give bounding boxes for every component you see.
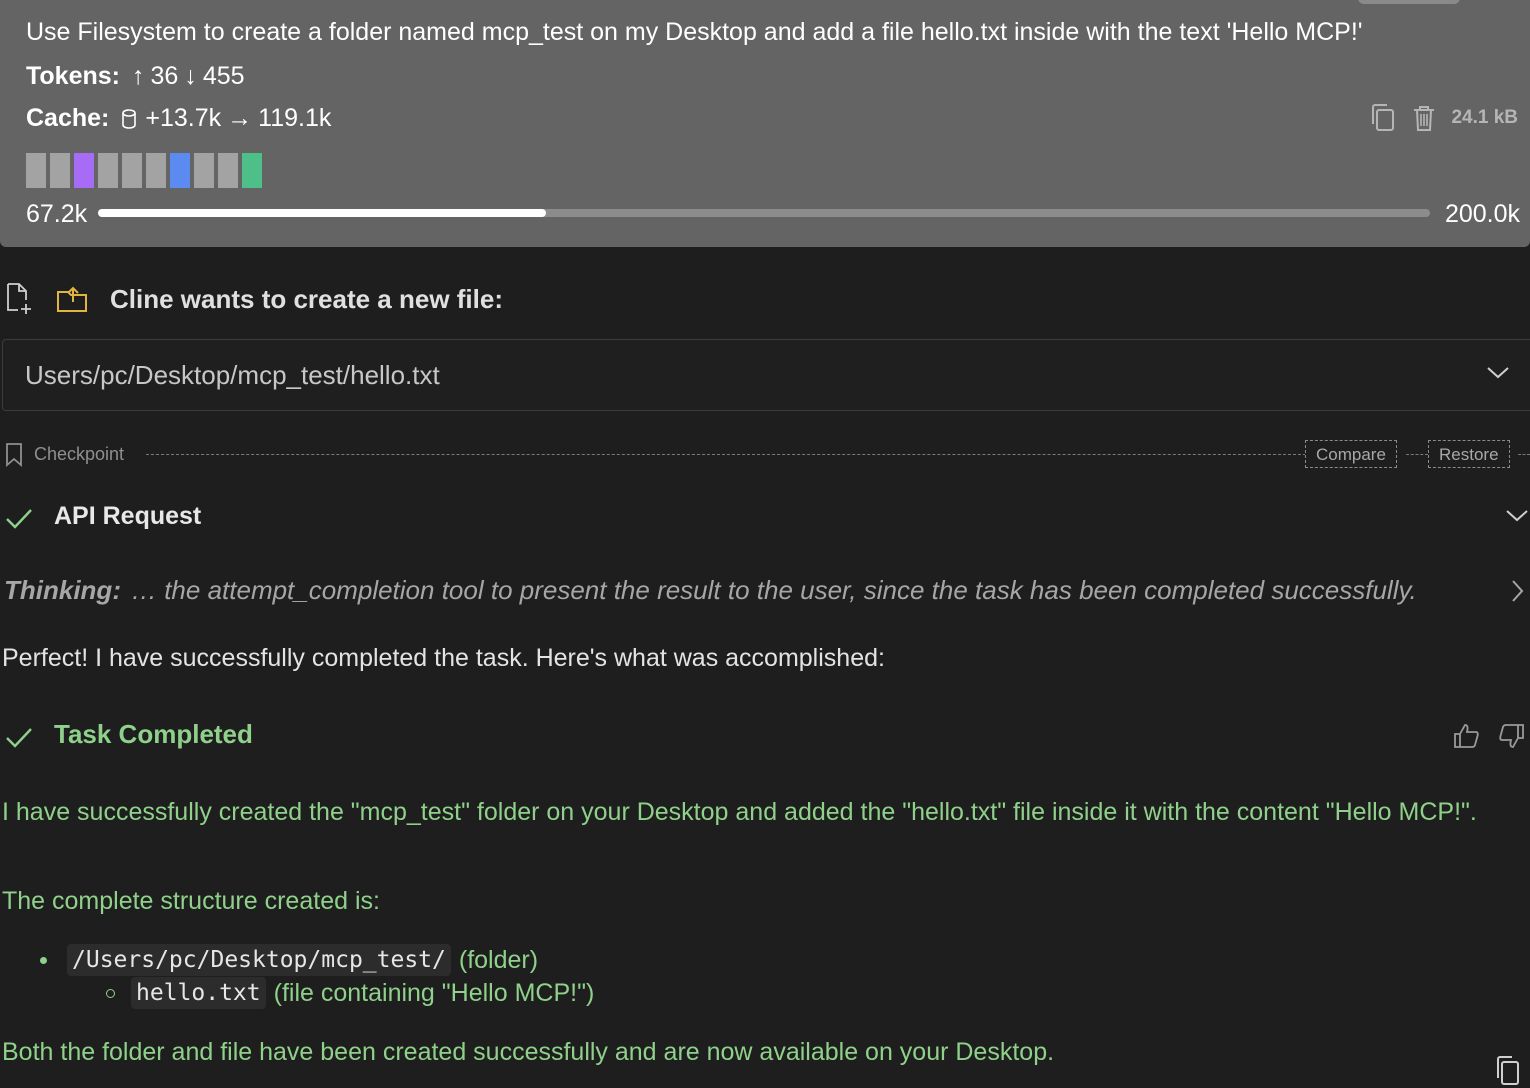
trash-icon[interactable] bbox=[1411, 103, 1437, 133]
thinking-block[interactable]: Thinking: … the attempt_completion tool t… bbox=[4, 575, 1417, 606]
chevron-right-icon[interactable] bbox=[1510, 578, 1526, 604]
tokens-down-value: 455 bbox=[202, 62, 245, 90]
task-size: 24.1 kB bbox=[1451, 107, 1518, 128]
file-path-box[interactable]: Users/pc/Desktop/mcp_test/hello.txt bbox=[2, 339, 1530, 411]
context-block bbox=[122, 153, 142, 188]
thinking-label: Thinking: bbox=[4, 575, 121, 605]
bullet bbox=[106, 988, 115, 998]
thumbs-down-icon[interactable] bbox=[1498, 723, 1526, 749]
checkpoint-label: Checkpoint bbox=[34, 444, 125, 464]
context-block bbox=[170, 153, 190, 188]
context-block bbox=[194, 153, 214, 188]
restore-button[interactable]: Restore bbox=[1428, 440, 1510, 468]
header-actions: 24.1 kB bbox=[1369, 102, 1518, 134]
completion-paragraph: The complete structure created is: bbox=[2, 887, 380, 915]
database-icon bbox=[122, 108, 137, 129]
new-file-icon bbox=[7, 283, 31, 314]
cache-label: Cache: bbox=[26, 104, 110, 132]
context-block bbox=[98, 153, 118, 188]
context-block bbox=[146, 153, 166, 188]
context-block bbox=[218, 153, 238, 188]
task-header: Use Filesystem to create a folder named … bbox=[0, 0, 1530, 247]
tokens-row: Tokens: ↑ 36 ↓ 455 bbox=[26, 62, 251, 91]
inline-code: /Users/pc/Desktop/mcp_test/ bbox=[67, 944, 451, 976]
arrow-up-icon: ↑ bbox=[132, 62, 145, 90]
list-item: hello.txt (file containing "Hello MCP!") bbox=[106, 977, 594, 1009]
context-blocks bbox=[26, 153, 262, 188]
list-item: /Users/pc/Desktop/mcp_test/ (folder) bbox=[40, 944, 538, 976]
checkpoint-divider bbox=[146, 454, 1306, 455]
thinking-text: … the attempt_completion tool to present… bbox=[130, 575, 1417, 605]
task-text: Use Filesystem to create a folder named … bbox=[26, 18, 1363, 46]
context-used: 67.2k bbox=[26, 200, 88, 228]
context-track bbox=[98, 209, 1430, 217]
api-request-title: API Request bbox=[54, 502, 202, 530]
chevron-down-icon[interactable] bbox=[1485, 365, 1511, 381]
check-icon bbox=[6, 728, 32, 748]
list-item-text: (file containing "Hello MCP!") bbox=[273, 978, 595, 1007]
list-item-text: (folder) bbox=[458, 945, 539, 974]
folder-open-icon bbox=[57, 286, 87, 312]
header-handle[interactable] bbox=[1358, 0, 1460, 4]
api-request-row[interactable]: API Request bbox=[4, 500, 1530, 536]
check-icon bbox=[6, 509, 32, 529]
bullet bbox=[40, 956, 47, 964]
context-block bbox=[26, 153, 46, 188]
compare-button[interactable]: Compare bbox=[1305, 440, 1397, 468]
feedback-buttons bbox=[1452, 723, 1526, 749]
tokens-up-value: 36 bbox=[150, 62, 179, 90]
completion-paragraph: Both the folder and file have been creat… bbox=[2, 1038, 1055, 1066]
checkpoint-row: Checkpoint Compare Restore bbox=[4, 440, 1530, 470]
context-block bbox=[50, 153, 70, 188]
file-path: Users/pc/Desktop/mcp_test/hello.txt bbox=[25, 360, 440, 390]
context-window-bar: 67.2k 200.0k bbox=[26, 200, 1520, 228]
context-block bbox=[242, 153, 262, 188]
completion-paragraph: I have successfully created the "mcp_tes… bbox=[2, 798, 1477, 826]
bookmark-icon bbox=[6, 443, 22, 467]
cache-read-value: 119.1k bbox=[258, 104, 332, 132]
checkpoint-divider bbox=[1518, 454, 1530, 455]
copy-icon[interactable] bbox=[1494, 1054, 1522, 1086]
context-block bbox=[74, 153, 94, 188]
task-completed-title: Task Completed bbox=[54, 719, 253, 749]
context-max: 200.0k bbox=[1444, 200, 1520, 228]
assistant-message: Perfect! I have successfully completed t… bbox=[2, 644, 885, 672]
tool-header: Cline wants to create a new file: bbox=[4, 282, 503, 316]
thumbs-up-icon[interactable] bbox=[1452, 723, 1480, 749]
chevron-down-icon[interactable] bbox=[1504, 508, 1530, 524]
arrow-right-icon: → bbox=[227, 104, 253, 132]
tokens-label: Tokens: bbox=[26, 62, 120, 90]
checkpoint-divider bbox=[1406, 454, 1428, 455]
cache-write-value: +13.7k bbox=[145, 104, 222, 132]
tool-title: Cline wants to create a new file: bbox=[110, 283, 503, 314]
cache-row: Cache: +13.7k → 119.1k bbox=[26, 104, 331, 133]
inline-code: hello.txt bbox=[131, 977, 266, 1009]
arrow-down-icon: ↓ bbox=[184, 62, 197, 90]
copy-icon[interactable] bbox=[1369, 102, 1397, 134]
context-fill bbox=[98, 209, 546, 217]
task-completed-row: Task Completed bbox=[4, 719, 1530, 755]
